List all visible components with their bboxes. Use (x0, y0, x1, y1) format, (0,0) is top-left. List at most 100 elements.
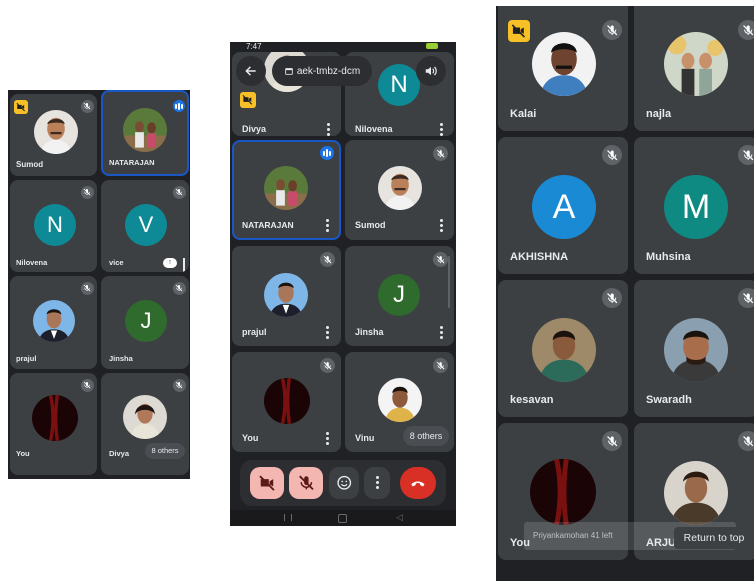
mic-muted-icon (173, 379, 186, 392)
participant-name: Sumod (355, 220, 386, 230)
right-phone-screen: Kalai najla A AKHISHNA M Muhsina kesavan… (496, 6, 754, 581)
self-video-thumbnail (264, 378, 310, 424)
participant-tile-divya[interactable]: Divya 8 others (101, 373, 189, 475)
mic-toggle-button[interactable] (289, 467, 323, 499)
participant-tile-kesavan[interactable]: kesavan (498, 280, 628, 417)
participant-tile-nilovena[interactable]: N Nilovena (10, 180, 97, 272)
speaking-indicator-icon (320, 146, 334, 160)
more-options-icon[interactable] (326, 326, 329, 341)
participant-tile-you[interactable]: You (232, 352, 341, 452)
avatar (33, 300, 75, 342)
avatar (532, 32, 596, 96)
avatar-initial: N (34, 204, 76, 246)
hang-up-icon (411, 481, 425, 487)
mic-off-icon (298, 475, 314, 491)
participant-name: Muhsina (646, 251, 691, 263)
mic-muted-icon (602, 145, 622, 165)
participant-name: Divya (242, 124, 267, 134)
participant-tile-muhsina[interactable]: M Muhsina (634, 137, 754, 274)
avatar-initial: A (532, 175, 596, 239)
participant-tile-jinsha[interactable]: J Jinsha (101, 276, 189, 369)
avatar (378, 166, 422, 210)
scrollbar[interactable] (183, 258, 185, 272)
participant-tile-jinsha[interactable]: J Jinsha (345, 246, 454, 346)
participant-name: Jinsha (355, 327, 384, 337)
mic-muted-icon (433, 358, 448, 373)
participant-tile-you[interactable]: You (10, 373, 97, 475)
mic-muted-icon (320, 252, 335, 267)
participant-tile-najla[interactable]: najla (634, 6, 754, 131)
avatar-initial: N (378, 64, 420, 106)
more-options-icon[interactable] (326, 432, 329, 447)
avatar-initial: J (125, 300, 167, 342)
participant-name: Vinu (355, 433, 375, 443)
participant-name: NATARAJAN (109, 158, 155, 167)
participant-tile-sumod[interactable]: Sumod (10, 94, 97, 176)
participant-tile-kalai[interactable]: Kalai (498, 6, 628, 131)
mic-muted-icon (602, 288, 622, 308)
home-icon[interactable] (338, 514, 347, 523)
mic-muted-icon (81, 282, 94, 295)
meeting-code-chip[interactable]: aek-tmbz-dcm (272, 56, 372, 86)
mic-muted-icon (602, 431, 622, 451)
middle-phone-screen: 7:47 Divya N Nilovena aek-tmbz-dcm NATAR… (230, 42, 456, 526)
emoji-icon (337, 476, 351, 490)
participant-name: vice (109, 258, 124, 267)
more-options-button[interactable] (364, 467, 390, 499)
more-options-icon[interactable] (440, 123, 443, 136)
participant-tile-akhishna[interactable]: A AKHISHNA (498, 137, 628, 274)
calendar-icon (285, 68, 293, 75)
return-to-top-button[interactable]: Return to top (674, 527, 754, 549)
participant-name: You (16, 449, 30, 458)
avatar (664, 318, 728, 382)
avatar (264, 273, 308, 317)
reactions-button[interactable] (329, 467, 359, 499)
recents-icon[interactable] (284, 514, 292, 521)
participant-name: Swaradh (646, 394, 692, 406)
participant-name: Kalai (510, 108, 537, 120)
back-nav-icon[interactable]: ◁ (396, 512, 403, 523)
participant-name: AKHISHNA (510, 251, 569, 263)
self-video-thumbnail (32, 395, 78, 441)
participant-tile-vice[interactable]: V vice ↑ (101, 180, 189, 272)
more-options-icon[interactable] (326, 219, 329, 234)
participant-name: prajul (16, 354, 37, 363)
participant-name: prajul (242, 327, 267, 337)
more-options-icon[interactable] (327, 123, 330, 136)
speaking-indicator-icon (173, 100, 185, 112)
audio-output-button[interactable] (416, 56, 446, 86)
avatar-initial: M (664, 175, 728, 239)
back-button[interactable] (236, 56, 266, 86)
mic-muted-icon (602, 20, 622, 40)
avatar (123, 395, 167, 439)
participant-tile-prajul[interactable]: prajul (10, 276, 97, 369)
more-options-icon[interactable] (440, 219, 443, 234)
more-vert-icon (375, 475, 379, 491)
avatar (664, 461, 728, 525)
end-call-button[interactable] (400, 467, 436, 499)
speaker-icon (425, 66, 437, 76)
avatar (264, 166, 308, 210)
participant-tile-sumod[interactable]: Sumod (345, 140, 454, 240)
others-count-button[interactable]: 8 others (403, 426, 449, 446)
more-options-icon[interactable] (440, 326, 443, 341)
others-count-button[interactable]: 8 others (145, 443, 185, 459)
self-video-thumbnail (530, 459, 596, 525)
mic-muted-icon (738, 20, 754, 40)
android-nav-bar: ◁ (230, 510, 456, 526)
participant-tile-prajul[interactable]: prajul (232, 246, 341, 346)
mic-muted-icon (81, 379, 94, 392)
participant-tile-vinu[interactable]: Vinu 8 others (345, 352, 454, 452)
camera-toggle-button[interactable] (250, 467, 284, 499)
avatar (34, 110, 78, 154)
participant-tile-natarajan[interactable]: NATARAJAN (232, 140, 341, 240)
scrollbar[interactable] (448, 256, 450, 308)
participant-tile-natarajan[interactable]: NATARAJAN (101, 90, 189, 176)
meeting-code: aek-tmbz-dcm (296, 65, 361, 77)
avatar-initial: J (378, 274, 420, 316)
mic-muted-icon (81, 186, 94, 199)
mic-muted-icon (738, 288, 754, 308)
mic-muted-icon (738, 145, 754, 165)
participant-tile-swaradh[interactable]: Swaradh (634, 280, 754, 417)
scroll-up-button[interactable]: ↑ (163, 258, 177, 268)
